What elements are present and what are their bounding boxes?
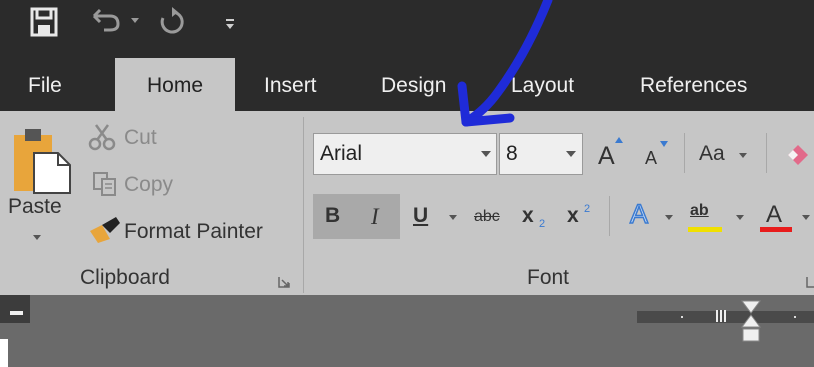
annotation-arrow-icon (457, 0, 553, 127)
